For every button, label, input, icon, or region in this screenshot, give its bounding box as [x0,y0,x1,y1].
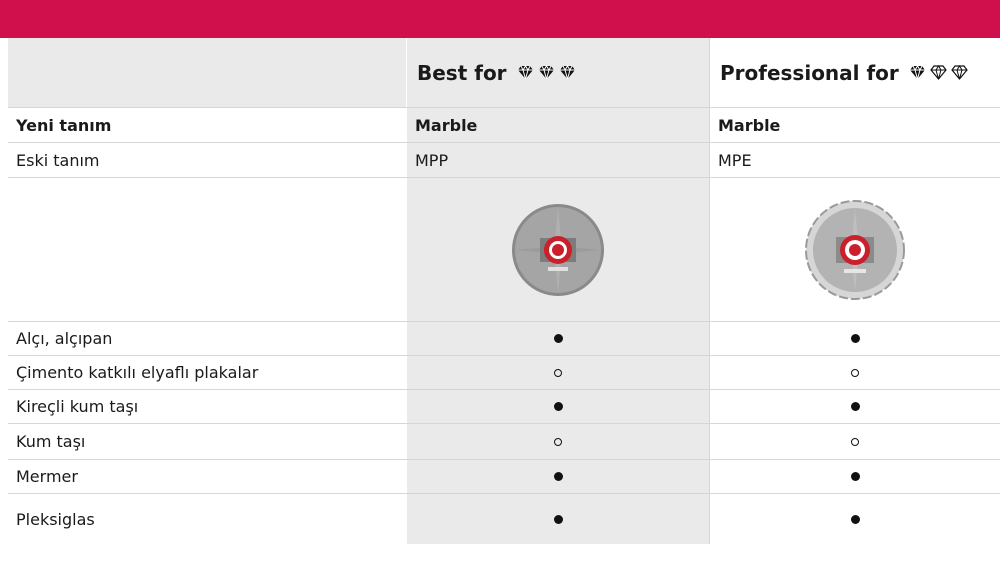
professional-rating-cell [709,460,1000,493]
brand-color-bar [0,0,1000,38]
professional-rating-cell [709,356,1000,389]
row-material: Kireçli kum taşı [8,390,1000,424]
filled-dot-icon [553,472,563,481]
outline-dot-icon [851,437,859,446]
material-label: Mermer [16,467,78,486]
outline-dot-icon [554,368,562,377]
outline-dot-icon [851,368,859,377]
material-label: Kum taşı [16,432,86,451]
professional-rating-cell [709,494,1000,544]
image-row-label-cell [8,178,406,321]
diamond-blade-mpp-icon [512,203,604,296]
best-for-diamonds [517,65,576,80]
header-empty-cell [8,38,406,107]
filled-dot-icon [553,514,563,524]
row-eski-tanim: Eski tanım MPP MPE [8,143,1000,178]
professional-image-cell [709,178,1000,321]
outline-dot-icon [554,437,562,446]
row-label: Eski tanım [16,150,100,170]
diamond-filled-icon [538,65,554,80]
diamond-outline-icon [951,65,968,80]
professional-for-diamonds [909,65,968,80]
professional-for-label: Professional for [720,60,899,85]
header-row: Best for Professional for [8,38,1000,108]
diamond-outline-icon [930,65,947,80]
professional-rating-cell [709,322,1000,355]
best-rating-cell [406,424,709,459]
professional-rating-cell [709,424,1000,459]
row-material: Alçı, alçıpan [8,322,1000,356]
diamond-blade-mpe-icon [805,199,905,300]
material-label: Pleksiglas [16,509,95,529]
diamond-filled-icon [909,65,925,80]
filled-dot-icon [850,514,860,524]
filled-dot-icon [850,334,860,343]
best-rating-cell [406,390,709,423]
diamond-filled-icon [517,65,533,80]
professional-value: Marble [709,108,1000,142]
row-material: Mermer [8,460,1000,494]
row-material: Kum taşı [8,424,1000,460]
comparison-table: Best for Professional for Yeni tanım Mar… [8,38,1000,544]
professional-rating-cell [709,390,1000,423]
professional-value: MPE [709,143,1000,177]
material-label: Alçı, alçıpan [16,329,113,348]
header-best-for: Best for [406,38,709,107]
header-professional-for: Professional for [709,38,1000,107]
row-label: Yeni tanım [16,115,112,135]
best-rating-cell [406,322,709,355]
row-yeni-tanim: Yeni tanım Marble Marble [8,108,1000,143]
best-rating-cell [406,494,709,544]
best-image-cell [406,178,709,321]
best-value: MPP [406,143,709,177]
best-rating-cell [406,460,709,493]
best-value: Marble [406,108,709,142]
diamond-filled-icon [559,65,575,80]
best-for-label: Best for [417,60,507,85]
row-material: Çimento katkılı elyaflı plakalar [8,356,1000,390]
filled-dot-icon [553,402,563,411]
filled-dot-icon [850,402,860,411]
material-label: Çimento katkılı elyaflı plakalar [16,363,259,382]
material-label: Kireçli kum taşı [16,397,139,416]
filled-dot-icon [850,472,860,481]
filled-dot-icon [553,334,563,343]
row-material: Pleksiglas [8,494,1000,544]
row-product-images [8,178,1000,322]
best-rating-cell [406,356,709,389]
